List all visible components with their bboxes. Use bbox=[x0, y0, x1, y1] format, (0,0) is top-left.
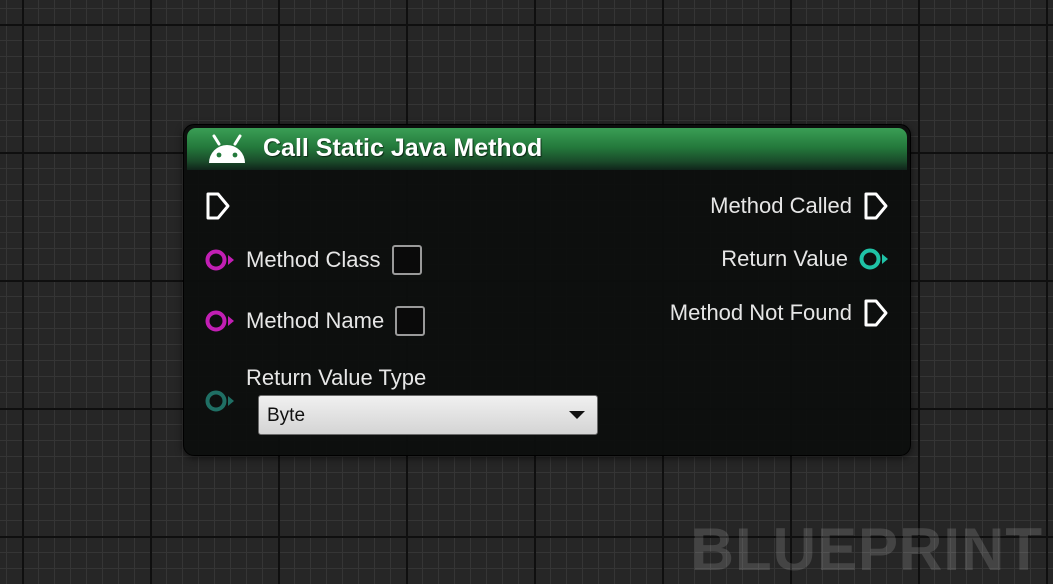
exec-in-pin-icon[interactable] bbox=[204, 191, 232, 221]
android-icon bbox=[205, 133, 249, 165]
return-value-type-label-row: Return Value Type bbox=[246, 365, 426, 391]
return-value-type-label: Return Value Type bbox=[246, 365, 427, 390]
exec-in-pin[interactable] bbox=[204, 191, 232, 221]
method-name-pin-row[interactable]: Method Name bbox=[204, 306, 426, 336]
return-value-label: Return Value bbox=[721, 246, 848, 271]
method-class-pin-row[interactable]: Method Class bbox=[204, 245, 422, 275]
return-value-pin-icon[interactable] bbox=[858, 247, 890, 271]
method-called-exec-pin-icon[interactable] bbox=[862, 191, 890, 221]
return-value-type-dropdown[interactable]: Byte bbox=[258, 395, 598, 435]
method-called-pin-row[interactable]: Method Called bbox=[710, 191, 890, 221]
method-called-label: Method Called bbox=[710, 193, 852, 218]
return-value-type-selected: Byte bbox=[267, 405, 306, 426]
call-static-java-method-node[interactable]: Call Static Java Method Method Class Met… bbox=[183, 124, 911, 456]
return-value-type-pin-icon[interactable] bbox=[204, 389, 236, 413]
return-value-pin-row[interactable]: Return Value bbox=[721, 246, 890, 272]
node-header[interactable]: Call Static Java Method bbox=[187, 128, 907, 170]
method-name-checkbox[interactable] bbox=[395, 306, 426, 336]
blueprint-watermark: BLUEPRINT bbox=[690, 516, 1043, 583]
method-class-checkbox[interactable] bbox=[391, 245, 422, 275]
method-class-pin-icon[interactable] bbox=[204, 248, 236, 272]
return-value-type-pin[interactable] bbox=[204, 389, 236, 413]
method-not-found-exec-pin-icon[interactable] bbox=[862, 298, 890, 328]
method-not-found-label: Method Not Found bbox=[669, 300, 852, 325]
node-title: Call Static Java Method bbox=[263, 134, 543, 162]
method-name-label: Method Name bbox=[246, 308, 385, 333]
method-class-label: Method Class bbox=[246, 247, 381, 272]
method-not-found-pin-row[interactable]: Method Not Found bbox=[670, 298, 890, 328]
blueprint-graph-canvas[interactable]: Call Static Java Method Method Class Met… bbox=[0, 0, 1053, 584]
method-name-pin-icon[interactable] bbox=[204, 309, 236, 333]
chevron-down-icon[interactable] bbox=[569, 411, 585, 419]
